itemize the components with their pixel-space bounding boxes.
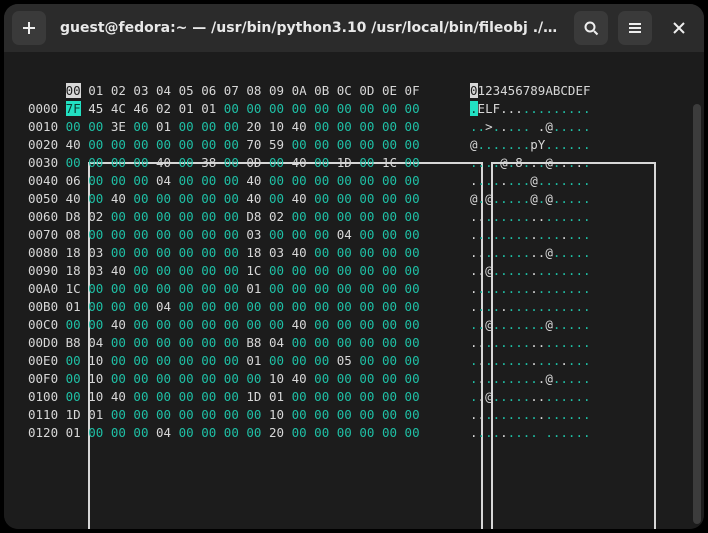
hex-row: 0050 40 00 40 00 00 00 00 00 40 00 40 00… [28,190,420,208]
ascii-row: @.......pY...... [470,136,591,154]
hex-row: 00C0 00 00 40 00 00 00 00 00 00 00 40 00… [28,316,420,334]
ascii-row: ................ [470,208,591,226]
hex-row: 0000 7F 45 4C 46 02 01 01 00 00 00 00 00… [28,100,420,118]
window-title: guest@fedora:~ — /usr/bin/python3.10 /us… [56,20,564,36]
hex-row: 0070 08 00 00 00 00 00 00 00 03 00 00 00… [28,226,420,244]
hex-row: 00D0 B8 04 00 00 00 00 00 00 B8 04 00 00… [28,334,420,352]
ascii-row: ..........@..... [470,244,591,262]
ascii-row: ................ [470,352,591,370]
hex-row: 0100 00 10 40 00 00 00 00 00 1D 01 00 00… [28,388,420,406]
ascii-row: ..@............. [470,388,591,406]
hex-row: 0020 40 00 00 00 00 00 00 00 70 59 00 00… [28,136,420,154]
close-button[interactable] [662,11,696,45]
hex-row: 0040 06 00 00 00 04 00 00 00 40 00 00 00… [28,172,420,190]
new-tab-button[interactable] [12,11,46,45]
ascii-row: ........@....... [470,172,591,190]
ascii-row: ..>..... .@..... [470,118,591,136]
ascii-row: .ELF............ [470,100,591,118]
hex-row: 0110 1D 01 00 00 00 00 00 00 00 10 00 00… [28,406,420,424]
terminal-viewport[interactable]: 00 01 02 03 04 05 06 07 08 09 0A 0B 0C 0… [4,52,704,529]
ascii-row: ................ [470,226,591,244]
search-button[interactable] [574,11,608,45]
ascii-row: @.@.....@.@..... [470,190,591,208]
search-icon [583,20,599,36]
hex-row: 0010 00 00 3E 00 01 00 00 00 20 10 40 00… [28,118,420,136]
hex-row: 00F0 00 10 00 00 00 00 00 00 00 10 40 00… [28,370,420,388]
titlebar: guest@fedora:~ — /usr/bin/python3.10 /us… [4,4,704,52]
hex-row: 0090 18 03 40 00 00 00 00 00 1C 00 00 00… [28,262,420,280]
ascii-grid: 0123456789ABCDEF.ELF..............>.....… [470,82,591,442]
hex-row: 0060 D8 02 00 00 00 00 00 00 D8 02 00 00… [28,208,420,226]
ascii-row: ..........@..... [470,370,591,388]
ascii-row: ................ [470,298,591,316]
ascii-row: ....@.8...@..... [470,154,591,172]
ascii-row: ..@............. [470,262,591,280]
hex-grid: 00 01 02 03 04 05 06 07 08 09 0A 0B 0C 0… [28,82,420,442]
ascii-row: ................ [470,334,591,352]
ascii-row: ..@.......@..... [470,316,591,334]
hex-row: 00B0 01 00 00 00 04 00 00 00 00 00 00 00… [28,298,420,316]
hex-row: 00A0 1C 00 00 00 00 00 00 00 01 00 00 00… [28,280,420,298]
menu-button[interactable] [618,11,652,45]
ascii-row: ................ [470,280,591,298]
hex-row: 0120 01 00 00 00 04 00 00 00 00 20 00 00… [28,424,420,442]
hex-header: 00 01 02 03 04 05 06 07 08 09 0A 0B 0C 0… [28,82,420,100]
hex-row: 0030 00 00 00 00 40 00 38 00 0D 00 40 00… [28,154,420,172]
close-icon [672,21,686,35]
hex-row: 00E0 00 10 00 00 00 00 00 00 01 00 00 00… [28,352,420,370]
hex-row: 0080 18 03 00 00 00 00 00 00 18 03 40 00… [28,244,420,262]
ascii-row: ......... ...... [470,424,591,442]
scrollbar[interactable] [693,104,701,524]
hamburger-icon [627,20,643,36]
ascii-header: 0123456789ABCDEF [470,82,591,100]
plus-icon [21,20,37,36]
ascii-row: ................ [470,406,591,424]
